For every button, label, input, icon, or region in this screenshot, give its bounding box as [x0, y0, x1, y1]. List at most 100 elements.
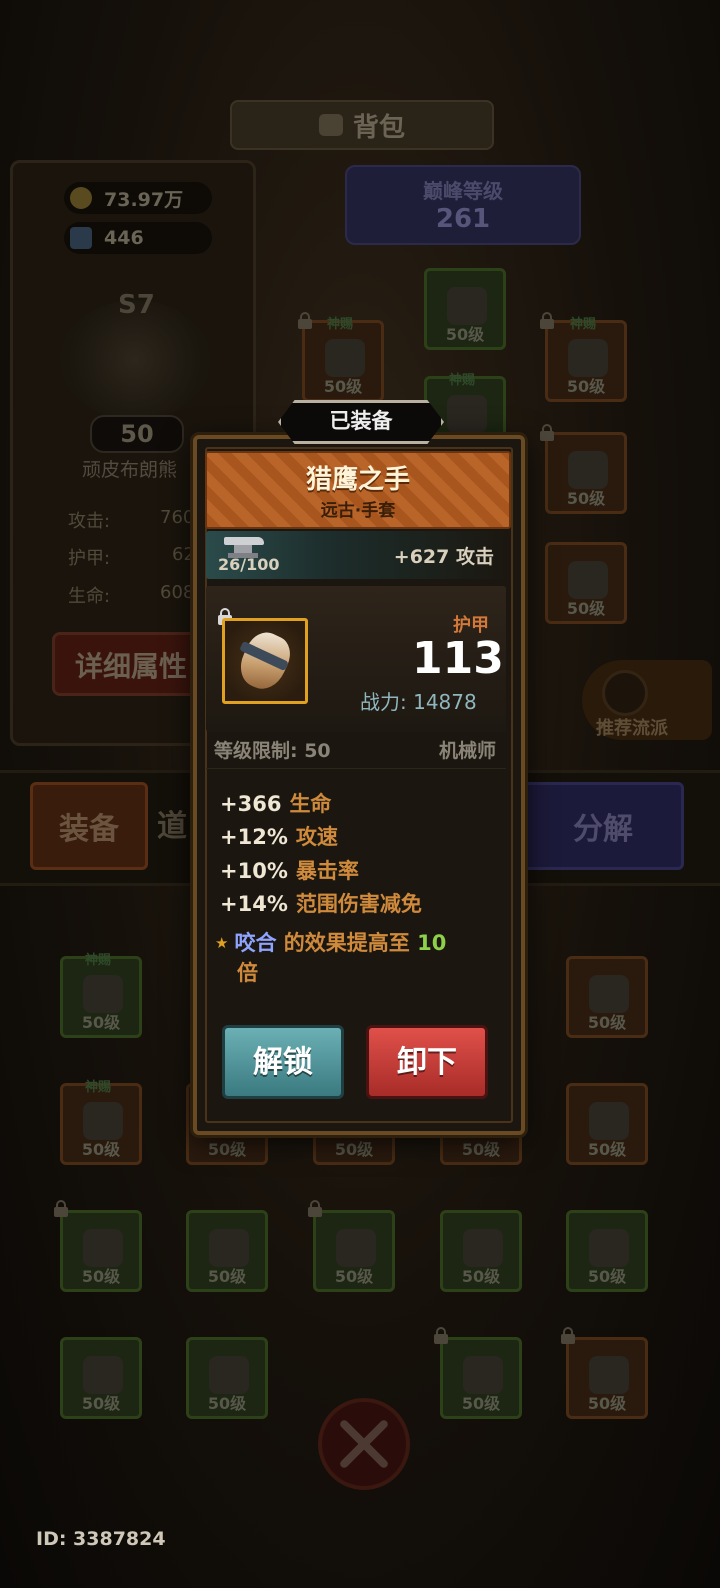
- peak-level-value: 261: [435, 204, 491, 234]
- gem-counter: 446: [64, 222, 212, 254]
- gauntlet-icon: [336, 1229, 376, 1267]
- stat-label-attack: 攻击:: [68, 511, 111, 532]
- equip-slot-level: 50级: [566, 489, 606, 508]
- forge-bonus: +627 攻击: [393, 546, 494, 568]
- inventory-slot-level: 50级: [81, 1140, 121, 1159]
- equip-slot[interactable]: 神赐 50级: [545, 317, 627, 402]
- inventory-slot-badge: 神赐: [85, 953, 112, 968]
- inventory-slot[interactable]: 50级: [313, 1210, 395, 1292]
- lock-icon: [561, 1327, 575, 1344]
- inventory-slot[interactable]: 神赐 50级: [60, 953, 142, 1038]
- item-name: 猎鹰之手: [305, 465, 410, 495]
- inventory-slot-level: 50级: [207, 1267, 247, 1286]
- lock-icon: [434, 1327, 448, 1344]
- attribute-row: +14% 范围伤害减免: [220, 888, 422, 918]
- inventory-slot-level: 50级: [81, 1267, 121, 1286]
- inventory-slot[interactable]: 50级: [440, 1337, 522, 1419]
- inventory-slot[interactable]: 50级: [60, 1210, 142, 1292]
- helmet-icon: [83, 1102, 123, 1140]
- cape-icon: [83, 1229, 123, 1267]
- attribute-row: +12% 攻速: [220, 821, 338, 851]
- main-stat-value: 113: [412, 633, 504, 684]
- stat-label-hp: 生命:: [68, 586, 111, 607]
- hero-name: 顽皮布朗熊: [82, 459, 178, 481]
- recommend-build-button[interactable]: 推荐流派: [582, 660, 712, 740]
- unequip-button[interactable]: 卸下: [366, 1025, 488, 1099]
- attribute-name: 生命: [289, 792, 332, 816]
- gem-value: 446: [104, 227, 144, 249]
- attribute-row: +366 生命: [220, 788, 331, 818]
- inventory-slot-level: 50级: [334, 1140, 374, 1159]
- inventory-slot-level: 50级: [587, 1394, 627, 1413]
- anvil-icon: [218, 537, 266, 558]
- pants-icon: [463, 1229, 503, 1267]
- unlock-button[interactable]: 解锁: [222, 1025, 344, 1099]
- equip-slot-level: 50级: [566, 377, 606, 396]
- attribute-name: 暴击率: [295, 859, 359, 883]
- tab-items[interactable]: 道: [150, 782, 194, 864]
- tab-equip[interactable]: 装备: [30, 782, 148, 870]
- item-subtitle: 远古·手套: [320, 501, 396, 521]
- equip-slot-badge: 神赐: [449, 373, 476, 388]
- inventory-slot[interactable]: 50级: [186, 1337, 268, 1419]
- inventory-slot-level: 50级: [461, 1394, 501, 1413]
- class-requirement: 机械师: [438, 740, 496, 762]
- stat-label-armor: 护甲:: [68, 548, 111, 569]
- special-unit: 倍: [237, 961, 258, 985]
- inventory-slot[interactable]: 50级: [566, 956, 648, 1038]
- level-requirement: 等级限制: 50: [214, 740, 331, 762]
- inventory-slot-badge: 神赐: [85, 1080, 112, 1095]
- gauntlet-icon: [325, 339, 365, 377]
- equip-slot[interactable]: 50级: [545, 542, 627, 624]
- gun-icon: [589, 1356, 629, 1394]
- special-number: 10: [417, 931, 447, 955]
- stat-value-attack: 760: [160, 507, 195, 528]
- inventory-slot[interactable]: 50级: [566, 1210, 648, 1292]
- inventory-slot[interactable]: 神赐 50级: [60, 1080, 142, 1165]
- equip-slot[interactable]: 神赐 50级: [302, 317, 384, 402]
- bag-icon: [318, 114, 343, 136]
- item-icon-frame: [222, 618, 308, 704]
- tab-decompose[interactable]: 分解: [522, 782, 684, 870]
- forge-progress: 26/100: [218, 555, 280, 574]
- chest-armor-icon: [209, 1229, 249, 1267]
- potion-icon: [568, 561, 608, 599]
- attribute-name: 攻速: [295, 825, 338, 849]
- peak-level-badge: 巅峰等级 261: [345, 165, 581, 245]
- lock-icon: [540, 312, 554, 329]
- star-icon: ★: [215, 934, 229, 952]
- equip-slot-level: 50级: [445, 325, 485, 344]
- inventory-slot[interactable]: 50级: [60, 1337, 142, 1419]
- inventory-slot[interactable]: 50级: [186, 1210, 268, 1292]
- lock-icon: [54, 1200, 68, 1217]
- close-icon[interactable]: [318, 1398, 410, 1490]
- ring-icon: [568, 339, 608, 377]
- inventory-slot[interactable]: 50级: [566, 1083, 648, 1165]
- lock-icon: [540, 424, 554, 441]
- equip-slot-level: 50级: [323, 377, 363, 396]
- lock-icon: [308, 1200, 322, 1217]
- hero-rank: S7: [118, 290, 155, 320]
- gem-icon: [70, 227, 92, 249]
- inventory-slot[interactable]: 50级: [566, 1337, 648, 1419]
- inventory-slot-level: 50级: [81, 1013, 121, 1032]
- attribute-name: 范围伤害减免: [295, 892, 422, 916]
- gold-value: 73.97万: [104, 188, 184, 211]
- equip-slot[interactable]: 50级: [545, 432, 627, 514]
- armor-icon: [447, 395, 487, 433]
- inventory-slot-level: 50级: [587, 1140, 627, 1159]
- equipped-tag: 已装备: [278, 400, 444, 444]
- attribute-value: +12%: [220, 825, 288, 849]
- helmet-icon: [463, 1356, 503, 1394]
- stat-value-hp: 608: [160, 582, 195, 603]
- special-effect: ★ 咬合 的效果提高至 10 倍: [215, 928, 505, 988]
- equip-slot-level: 50级: [566, 599, 606, 618]
- coin-icon: [70, 187, 92, 209]
- gauntlet-icon: [83, 975, 123, 1013]
- requirement-row: 等级限制: 50 机械师: [206, 734, 506, 769]
- equip-slot[interactable]: 50级: [424, 268, 506, 350]
- user-id: ID: 3387824: [36, 1528, 166, 1550]
- inventory-slot-level: 50级: [587, 1267, 627, 1286]
- special-text: 的效果提高至: [283, 931, 410, 955]
- inventory-slot[interactable]: 50级: [440, 1210, 522, 1292]
